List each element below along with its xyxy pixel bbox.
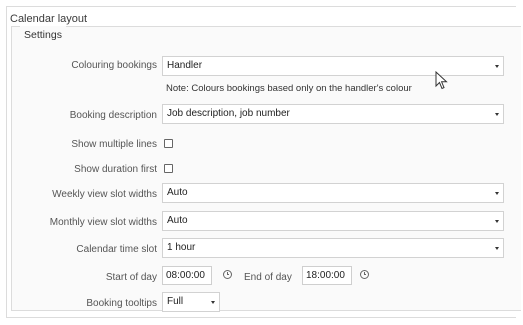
chevron-down-icon	[495, 192, 499, 195]
settings-group-title: Settings	[20, 26, 66, 41]
calendar-time-slot-select[interactable]: 1 hour	[162, 238, 504, 258]
show-multiple-lines-label: Show multiple lines	[71, 139, 157, 150]
booking-description-value: Job description, job number	[167, 108, 290, 119]
end-of-day-input[interactable]: 18:00:00	[302, 266, 352, 285]
panel-title: Calendar layout	[10, 13, 88, 25]
start-of-day-input[interactable]: 08:00:00	[162, 266, 212, 285]
booking-tooltips-label: Booking tooltips	[86, 298, 157, 309]
start-of-day-label: Start of day	[105, 272, 157, 283]
calendar-time-slot-label: Calendar time slot	[76, 244, 157, 255]
calendar-time-slot-value: 1 hour	[167, 242, 196, 253]
colouring-bookings-select[interactable]: Handler	[162, 56, 504, 76]
booking-description-select[interactable]: Job description, job number	[162, 104, 504, 124]
monthly-view-slot-widths-value: Auto	[167, 215, 188, 226]
clock-icon[interactable]	[223, 270, 232, 279]
chevron-down-icon	[495, 113, 499, 116]
chevron-down-icon	[495, 65, 499, 68]
chevron-down-icon	[495, 247, 499, 250]
colouring-bookings-value: Handler	[167, 60, 203, 71]
show-duration-first-checkbox[interactable]	[164, 164, 173, 173]
end-of-day-label: End of day	[244, 272, 292, 283]
colouring-bookings-note: Note: Colours bookings based only on the…	[166, 83, 412, 94]
show-multiple-lines-checkbox[interactable]	[164, 139, 173, 148]
weekly-view-slot-widths-value: Auto	[167, 187, 188, 198]
monthly-view-slot-widths-select[interactable]: Auto	[162, 211, 504, 231]
chevron-down-icon	[211, 301, 215, 304]
booking-tooltips-select[interactable]: Full	[162, 292, 220, 312]
mouse-cursor-icon	[435, 71, 448, 90]
weekly-view-slot-widths-select[interactable]: Auto	[162, 183, 504, 203]
chevron-down-icon	[495, 220, 499, 223]
clock-icon[interactable]	[360, 270, 369, 279]
booking-description-label: Booking description	[69, 110, 157, 121]
weekly-view-slot-widths-label: Weekly view slot widths	[52, 189, 157, 200]
monthly-view-slot-widths-label: Monthly view slot widths	[49, 217, 157, 228]
colouring-bookings-label: Colouring bookings	[71, 60, 157, 71]
booking-tooltips-value: Full	[167, 296, 184, 307]
show-duration-first-label: Show duration first	[74, 164, 157, 175]
